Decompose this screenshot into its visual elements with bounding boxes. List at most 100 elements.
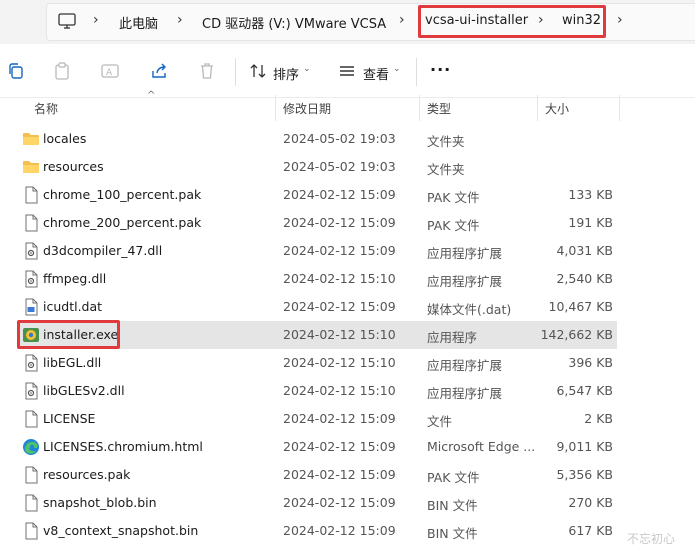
view-icon[interactable] bbox=[338, 62, 356, 80]
file-name: icudtl.dat bbox=[43, 299, 103, 314]
file-row[interactable]: LICENSES.chromium.html 2024-02-12 15:09 Mi… bbox=[18, 433, 617, 461]
file-type: 媒体文件(.dat) bbox=[427, 302, 512, 317]
breadcrumb-cd-drive[interactable]: CD 驱动器 (V:) VMware VCSA bbox=[202, 13, 386, 32]
chevron-down-icon[interactable]: ⌄ bbox=[393, 64, 401, 74]
file-date: 2024-05-02 19:03 bbox=[283, 131, 396, 146]
file-size: 9,011 KB bbox=[556, 439, 613, 454]
file-size: 142,662 KB bbox=[540, 327, 613, 342]
file-type: Microsoft Edge ... bbox=[427, 439, 536, 454]
file-date: 2024-02-12 15:09 bbox=[283, 299, 396, 314]
chevron-down-icon[interactable]: ⌄ bbox=[303, 64, 311, 74]
file-row[interactable]: d3dcompiler_47.dll 2024-02-12 15:09 应用程序扩展… bbox=[18, 237, 617, 265]
breadcrumb-this-pc[interactable]: 此电脑 bbox=[119, 13, 158, 32]
dll-icon bbox=[22, 242, 40, 260]
copy-icon[interactable] bbox=[7, 62, 25, 80]
file-size: 270 KB bbox=[568, 495, 613, 510]
dll-icon bbox=[22, 382, 40, 400]
file-type: 应用程序扩展 bbox=[427, 246, 503, 261]
file-name: libGLESv2.dll bbox=[43, 383, 125, 398]
file-name: v8_context_snapshot.bin bbox=[43, 523, 199, 538]
breadcrumb-separator-icon[interactable]: › bbox=[177, 12, 183, 28]
folder-icon bbox=[22, 158, 40, 176]
column-date[interactable]: 修改日期 bbox=[283, 100, 331, 117]
file-date: 2024-05-02 19:03 bbox=[283, 159, 396, 174]
file-size: 396 KB bbox=[568, 355, 613, 370]
file-row[interactable]: libEGL.dll 2024-02-12 15:10 应用程序扩展 396 KB bbox=[18, 349, 617, 377]
sort-icon[interactable] bbox=[249, 62, 267, 80]
file-type: 文件夹 bbox=[427, 162, 465, 177]
column-type[interactable]: 类型 bbox=[427, 100, 451, 117]
dll-icon bbox=[22, 270, 40, 288]
column-divider[interactable] bbox=[419, 95, 420, 121]
file-size: 617 KB bbox=[568, 523, 613, 538]
file-date: 2024-02-12 15:09 bbox=[283, 411, 396, 426]
file-row[interactable]: chrome_100_percent.pak 2024-02-12 15:09 PA… bbox=[18, 181, 617, 209]
file-date: 2024-02-12 15:09 bbox=[283, 523, 396, 538]
file-name: chrome_100_percent.pak bbox=[43, 187, 202, 202]
sort-button[interactable]: 排序 bbox=[273, 64, 299, 83]
file-size: 191 KB bbox=[568, 215, 613, 230]
file-icon bbox=[22, 214, 40, 232]
breadcrumb-separator-icon[interactable]: › bbox=[93, 12, 99, 28]
file-icon bbox=[22, 494, 40, 512]
file-icon bbox=[22, 522, 40, 540]
file-date: 2024-02-12 15:09 bbox=[283, 243, 396, 258]
file-size: 10,467 KB bbox=[548, 299, 613, 314]
column-divider[interactable] bbox=[619, 95, 620, 121]
file-name: LICENSE bbox=[43, 411, 96, 426]
column-size[interactable]: 大小 bbox=[545, 100, 569, 117]
file-type: BIN 文件 bbox=[427, 526, 478, 541]
file-row[interactable]: v8_context_snapshot.bin 2024-02-12 15:09 B… bbox=[18, 517, 617, 545]
sort-ascending-icon: ^ bbox=[147, 90, 156, 101]
file-row[interactable]: snapshot_blob.bin 2024-02-12 15:09 BIN 文件 2… bbox=[18, 489, 617, 517]
column-divider[interactable] bbox=[537, 95, 538, 121]
file-row[interactable]: chrome_200_percent.pak 2024-02-12 15:09 PA… bbox=[18, 209, 617, 237]
file-type: 应用程序扩展 bbox=[427, 358, 503, 373]
file-row[interactable]: LICENSE 2024-02-12 15:09 文件 2 KB bbox=[18, 405, 617, 433]
toolbar-divider bbox=[416, 58, 417, 86]
file-row[interactable]: libGLESv2.dll 2024-02-12 15:10 应用程序扩展 6,547… bbox=[18, 377, 617, 405]
file-row[interactable]: locales 2024-05-02 19:03 文件夹 bbox=[18, 125, 617, 153]
file-name: snapshot_blob.bin bbox=[43, 495, 157, 510]
file-date: 2024-02-12 15:10 bbox=[283, 383, 396, 398]
file-date: 2024-02-12 15:09 bbox=[283, 495, 396, 510]
more-options-button[interactable]: ··· bbox=[430, 60, 451, 79]
media-file-icon bbox=[22, 298, 40, 316]
file-name: libEGL.dll bbox=[43, 355, 102, 370]
installer-highlight-box bbox=[17, 320, 120, 349]
view-button[interactable]: 查看 bbox=[363, 64, 389, 83]
file-date: 2024-02-12 15:09 bbox=[283, 187, 396, 202]
file-row[interactable]: resources 2024-05-02 19:03 文件夹 bbox=[18, 153, 617, 181]
file-row[interactable]: icudtl.dat 2024-02-12 15:09 媒体文件(.dat) 10,4… bbox=[18, 293, 617, 321]
file-type: 文件夹 bbox=[427, 134, 465, 149]
file-size: 4,031 KB bbox=[556, 243, 613, 258]
rename-icon[interactable]: A bbox=[101, 62, 119, 80]
share-icon[interactable] bbox=[150, 62, 168, 80]
file-row[interactable]: ffmpeg.dll 2024-02-12 15:10 应用程序扩展 2,540 KB bbox=[18, 265, 617, 293]
file-date: 2024-02-12 15:10 bbox=[283, 271, 396, 286]
file-date: 2024-02-12 15:10 bbox=[283, 327, 396, 342]
file-row[interactable]: resources.pak 2024-02-12 15:09 PAK 文件 5,356… bbox=[18, 461, 617, 489]
toolbar-divider bbox=[235, 58, 236, 86]
dll-icon bbox=[22, 354, 40, 372]
breadcrumb-separator-icon[interactable]: › bbox=[399, 12, 405, 28]
delete-icon[interactable] bbox=[198, 62, 216, 80]
file-name: resources bbox=[43, 159, 104, 174]
file-icon bbox=[22, 186, 40, 204]
file-date: 2024-02-12 15:10 bbox=[283, 355, 396, 370]
file-size: 133 KB bbox=[568, 187, 613, 202]
column-header: ^ 名称 修改日期 类型 大小 bbox=[0, 90, 695, 121]
file-name: d3dcompiler_47.dll bbox=[43, 243, 163, 258]
file-type: 应用程序 bbox=[427, 330, 478, 345]
watermark: 不忘初心 bbox=[627, 532, 676, 546]
file-size: 5,356 KB bbox=[556, 467, 613, 482]
breadcrumb-expand-icon[interactable]: › bbox=[617, 12, 623, 28]
file-type: PAK 文件 bbox=[427, 470, 480, 485]
path-highlight-box bbox=[418, 5, 606, 38]
column-name[interactable]: 名称 bbox=[34, 100, 58, 117]
column-divider[interactable] bbox=[275, 95, 276, 121]
paste-icon[interactable] bbox=[53, 62, 71, 80]
file-size: 2,540 KB bbox=[556, 271, 613, 286]
file-type: 应用程序扩展 bbox=[427, 386, 503, 401]
this-pc-icon[interactable] bbox=[58, 13, 76, 29]
